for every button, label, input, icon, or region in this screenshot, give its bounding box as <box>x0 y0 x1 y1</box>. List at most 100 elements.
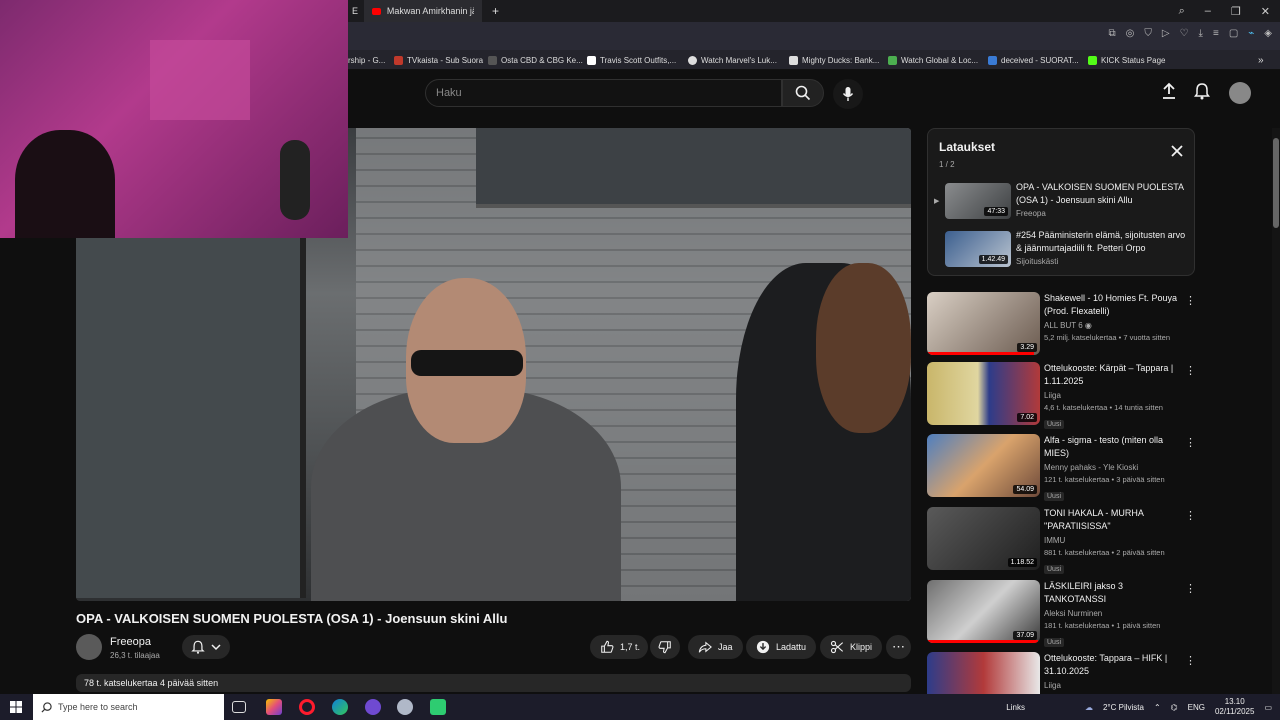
app-icon[interactable] <box>397 699 413 715</box>
notification-center-icon[interactable]: ▭ <box>1264 703 1272 712</box>
upload-icon[interactable] <box>1161 82 1177 100</box>
heart-icon[interactable]: ♡ <box>1180 28 1189 39</box>
discord-icon[interactable] <box>365 699 381 715</box>
playlist-item-title: #254 Pääministerin elämä, sijoitusten ar… <box>1016 230 1186 253</box>
windows-start-icon[interactable] <box>10 701 22 713</box>
kebab-menu-icon[interactable]: ⋮ <box>1185 294 1196 307</box>
download-icon[interactable]: ⤓ <box>1199 28 1203 39</box>
chat-app-icon[interactable] <box>430 699 446 715</box>
search-button[interactable] <box>782 79 824 107</box>
task-view-icon[interactable] <box>232 701 246 713</box>
recommendation-item[interactable]: 1.18.52 TONI HAKALA - MURHA "PARATIISISS… <box>927 507 1197 574</box>
minimize-icon[interactable]: – <box>1205 5 1211 17</box>
tab-label: E <box>352 6 359 16</box>
edge-icon[interactable] <box>332 699 348 715</box>
links-toolbar[interactable]: Links <box>1006 703 1025 712</box>
bookmark-item[interactable]: Watch Marvel's Luk... <box>688 53 777 67</box>
weather-text[interactable]: 2°C Pilvista <box>1103 703 1144 712</box>
scrollbar-thumb[interactable] <box>1273 138 1279 228</box>
notifications-icon[interactable] <box>1194 82 1210 100</box>
network-icon[interactable]: ⌬ <box>1171 703 1178 712</box>
opera-icon[interactable] <box>299 699 315 715</box>
recommendation-item[interactable]: 7.02 Ottelukooste: Kärpät – Tappara | 1.… <box>927 362 1197 429</box>
playlist-item[interactable]: ▶ 47:33 OPA - VALKOISEN SUOMEN PUOLESTA … <box>928 181 1194 223</box>
recommendation-title: LÄSKILEIRI jakso 3 TANKOTANSSI <box>1044 581 1124 604</box>
more-actions-button[interactable]: ⋯ <box>886 635 911 659</box>
clip-button[interactable]: Klippi <box>820 635 883 659</box>
tray-overflow-icon[interactable]: ⌃ <box>1154 703 1161 712</box>
share-button[interactable]: Jaa <box>688 635 743 659</box>
dislike-button[interactable] <box>650 635 680 659</box>
playlist-item-title: OPA - VALKOISEN SUOMEN PUOLESTA (OSA 1) … <box>1016 182 1184 205</box>
bookmark-item[interactable]: Travis Scott Outfits,... <box>587 53 676 67</box>
cube-icon[interactable]: ◈ <box>1264 28 1272 39</box>
play-icon[interactable]: ▷ <box>1162 28 1170 39</box>
kebab-menu-icon[interactable]: ⋮ <box>1185 509 1196 522</box>
recommendation-item[interactable]: 54.09 Alfa - sigma - testo (miten olla M… <box>927 434 1197 501</box>
search-tabs-icon[interactable]: ⌕ <box>1179 5 1185 18</box>
video-frame-window <box>476 128 911 208</box>
new-badge: Uusi <box>1044 565 1065 574</box>
kebab-menu-icon[interactable]: ⋮ <box>1185 364 1196 377</box>
channel-name[interactable]: Freeopa <box>110 636 151 648</box>
clock[interactable]: 13.10 02/11/2025 <box>1215 697 1254 717</box>
bookmark-label: Watch Global & Loc... <box>901 55 979 65</box>
close-icon[interactable] <box>1171 145 1183 157</box>
kebab-menu-icon[interactable]: ⋮ <box>1185 436 1196 449</box>
recommendation-item[interactable]: 37.09 LÄSKILEIRI jakso 3 TANKOTANSSI Ale… <box>927 580 1197 647</box>
voice-search-button[interactable] <box>833 79 863 109</box>
bookmark-item[interactable]: Watch Global & Loc... <box>888 53 978 67</box>
new-tab-button[interactable]: + <box>484 0 507 22</box>
bookmark-item[interactable]: KICK Status Page <box>1088 53 1165 67</box>
view-count-and-date: 78 t. katselukertaa 4 päivää sitten <box>84 678 219 688</box>
subscription-bell-button[interactable] <box>182 635 230 659</box>
bookmark-item[interactable]: TVkaista - Sub Suora <box>394 53 483 67</box>
bookmark-label: deceived - SUORAT... <box>1001 55 1079 65</box>
bookmark-item[interactable]: Osta CBD & CBG Ke... <box>488 53 583 67</box>
close-window-icon[interactable]: ✕ <box>1261 5 1270 18</box>
video-description[interactable]: 78 t. katselukertaa 4 päivää sitten <box>76 674 911 692</box>
recommendation-channel: Menny pahaks - Yle Kioski <box>1044 463 1139 472</box>
screenshot-icon[interactable]: ⧉ <box>1109 28 1116 39</box>
system-tray: Links ☁ 2°C Pilvista ⌃ ⌬ ENG 13.10 02/11… <box>1006 694 1272 720</box>
share-icon <box>698 641 712 653</box>
download-button[interactable]: Ladattu <box>746 635 817 659</box>
extension-icon[interactable]: ⌁ <box>1248 28 1254 39</box>
shield-icon[interactable]: ⛉ <box>1144 28 1152 39</box>
taskbar-search-input[interactable]: Type here to search <box>33 694 224 720</box>
recommendation-channel: Liiga <box>1044 391 1061 400</box>
recommendation-item[interactable]: 3.29 Shakewell - 10 Homies Ft. Pouya (Pr… <box>927 292 1197 358</box>
webcam-person <box>15 130 115 238</box>
like-button[interactable]: 1,7 t. <box>590 635 649 659</box>
camera-icon[interactable]: ◎ <box>1126 28 1135 39</box>
watch-progress-bar <box>927 352 1035 355</box>
bookmark-item[interactable]: Mighty Ducks: Bank... <box>789 53 879 67</box>
bookmark-item[interactable]: deceived - SUORAT... <box>988 53 1079 67</box>
video-frame-sunglasses <box>411 350 523 376</box>
language-indicator[interactable]: ENG <box>1188 703 1205 712</box>
recommendation-channel: Liiga <box>1044 681 1061 690</box>
more-icon: ⋯ <box>892 639 905 654</box>
recommendation-item[interactable]: Ottelukooste: Tappara – HIFK | 31.10.202… <box>927 652 1197 694</box>
kebab-menu-icon[interactable]: ⋮ <box>1185 582 1196 595</box>
bookmark-favicon <box>988 55 997 65</box>
cloud-icon: ☁ <box>1084 702 1093 712</box>
copilot-icon[interactable] <box>266 699 282 715</box>
tab-active[interactable]: Makwan Amirkhanin jälki <box>364 0 482 22</box>
recommendation-meta: 4,6 t. katselukertaa • 14 tuntia sitten <box>1044 403 1163 412</box>
playlist-item[interactable]: 1.42.49 #254 Pääministerin elämä, sijoit… <box>928 229 1194 271</box>
video-thumbnail <box>927 652 1040 694</box>
bookmarks-overflow-icon[interactable]: » <box>1258 53 1264 67</box>
video-frame-door <box>76 238 306 598</box>
bookmark-label: Osta CBD & CBG Ke... <box>501 55 583 65</box>
wallet-icon[interactable]: ▢ <box>1229 28 1238 39</box>
maximize-icon[interactable]: ❐ <box>1231 5 1241 18</box>
channel-avatar[interactable] <box>76 634 102 660</box>
menu-icon[interactable]: ≡ <box>1213 28 1219 39</box>
account-avatar[interactable] <box>1229 82 1251 104</box>
search-icon <box>795 85 811 101</box>
kebab-menu-icon[interactable]: ⋮ <box>1185 654 1196 667</box>
bookmark-item[interactable]: rship - G... <box>348 53 385 67</box>
search-input[interactable]: Haku <box>425 79 782 107</box>
page-scrollbar[interactable] <box>1272 128 1280 694</box>
